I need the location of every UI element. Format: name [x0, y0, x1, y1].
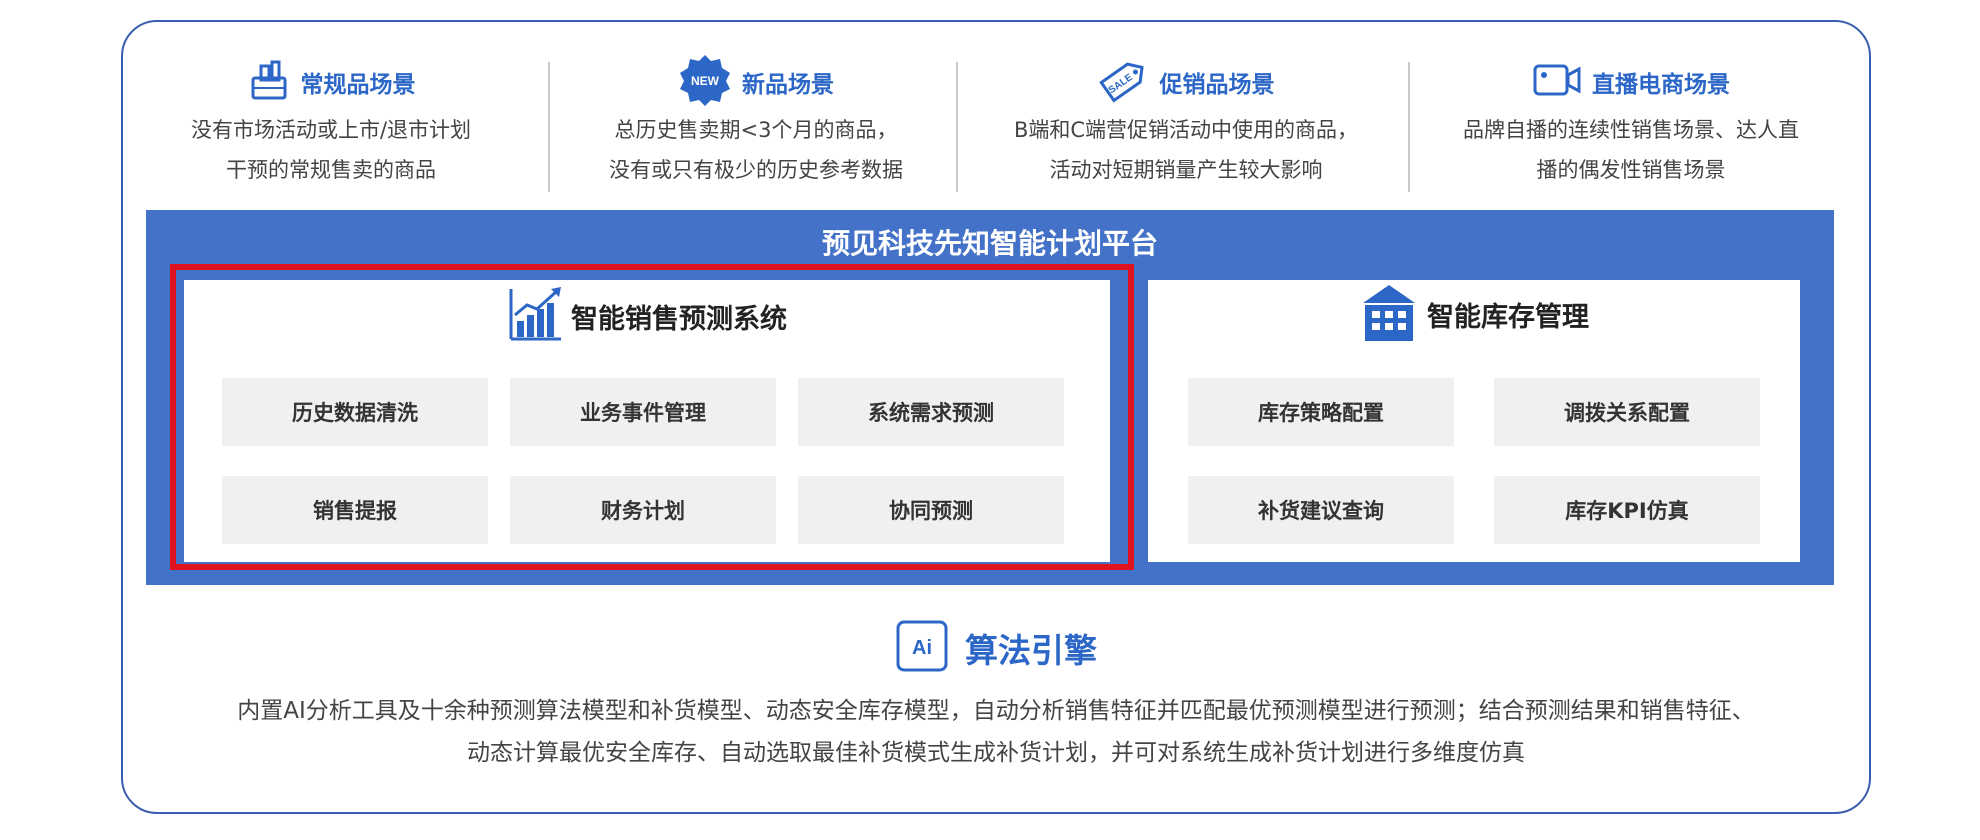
- platform-title: 预见科技先知智能计划平台: [821, 227, 1158, 260]
- inventory-head: 智能库存管理: [1148, 280, 1800, 348]
- engine-head: Ai 算法引擎: [121, 618, 1871, 678]
- scene-desc-line1: 品牌自播的连续性销售场景、达人直: [1463, 118, 1799, 142]
- inventory-title: 智能库存管理: [1427, 301, 1589, 333]
- divider: [1408, 62, 1410, 192]
- module-transfer-config[interactable]: 调拨关系配置: [1494, 378, 1760, 446]
- scene-livestream-head: 直播电商场景: [1431, 58, 1831, 106]
- divider: [956, 62, 958, 192]
- inventory-panel: 智能库存管理 库存策略配置 调拨关系配置 补货建议查询 库存KPI仿真: [1148, 280, 1800, 562]
- scene-title: 促销品场景: [1159, 72, 1275, 98]
- new-badge-icon: NEW: [678, 53, 732, 111]
- scenes-row: 常规品场景 没有市场活动或上市/退市计划 干预的常规售卖的商品 NEW 新品场景…: [121, 50, 1871, 200]
- warehouse-icon: [1359, 281, 1419, 347]
- engine-desc-line2: 动态计算最优安全库存、自动选取最佳补货模式生成补货计划，并可对系统生成补货计划进…: [467, 740, 1525, 766]
- scene-desc-line2: 没有或只有极少的历史参考数据: [609, 158, 903, 182]
- scene-desc-line1: B端和C端营促销活动中使用的商品，: [1013, 118, 1359, 142]
- scene-new-head: NEW 新品场景: [566, 55, 946, 106]
- scene-desc-line1: 没有市场活动或上市/退市计划: [190, 118, 472, 142]
- engine-title: 算法引擎: [965, 631, 1097, 670]
- svg-text:NEW: NEW: [691, 74, 720, 88]
- scene-promo-head: SALE 促销品场景: [971, 58, 1401, 106]
- engine-desc-line1: 内置AI分析工具及十余种预测算法模型和补货模型、动态安全库存模型，自动分析销售特…: [237, 698, 1755, 724]
- scene-desc-line2: 播的偶发性销售场景: [1536, 158, 1726, 182]
- scene-desc-line2: 活动对短期销量产生较大影响: [1049, 158, 1323, 182]
- divider: [548, 62, 550, 192]
- scene-title: 新品场景: [742, 72, 834, 98]
- ai-icon-text: Ai: [912, 637, 932, 659]
- scene-new: NEW 新品场景 总历史售卖期<3个月的商品， 没有或只有极少的历史参考数据: [566, 50, 946, 200]
- algorithm-engine: Ai 算法引擎 内置AI分析工具及十余种预测算法模型和补货模型、动态安全库存模型…: [121, 618, 1871, 774]
- scene-desc-line1: 总历史售卖期<3个月的商品，: [614, 118, 898, 142]
- scene-title: 直播电商场景: [1592, 72, 1730, 98]
- scene-promo: SALE 促销品场景 B端和C端营促销活动中使用的商品， 活动对短期销量产生较大…: [971, 50, 1401, 200]
- scene-title: 常规品场景: [300, 72, 416, 98]
- sale-tag-icon: SALE: [1098, 55, 1150, 109]
- scene-regular-head: 常规品场景: [141, 58, 521, 106]
- scene-livestream: 直播电商场景 品牌自播的连续性销售场景、达人直 播的偶发性销售场景: [1431, 50, 1831, 200]
- highlight-box: [170, 264, 1134, 570]
- module-inventory-strategy[interactable]: 库存策略配置: [1188, 378, 1454, 446]
- module-inventory-kpi[interactable]: 库存KPI仿真: [1494, 476, 1760, 544]
- basket-icon: [247, 58, 291, 106]
- module-replenish-query[interactable]: 补货建议查询: [1188, 476, 1454, 544]
- scene-desc-line2: 干预的常规售卖的商品: [226, 158, 436, 182]
- scene-regular: 常规品场景 没有市场活动或上市/退市计划 干预的常规售卖的商品: [141, 50, 521, 200]
- video-camera-icon: [1532, 60, 1582, 104]
- ai-icon: Ai: [895, 619, 949, 677]
